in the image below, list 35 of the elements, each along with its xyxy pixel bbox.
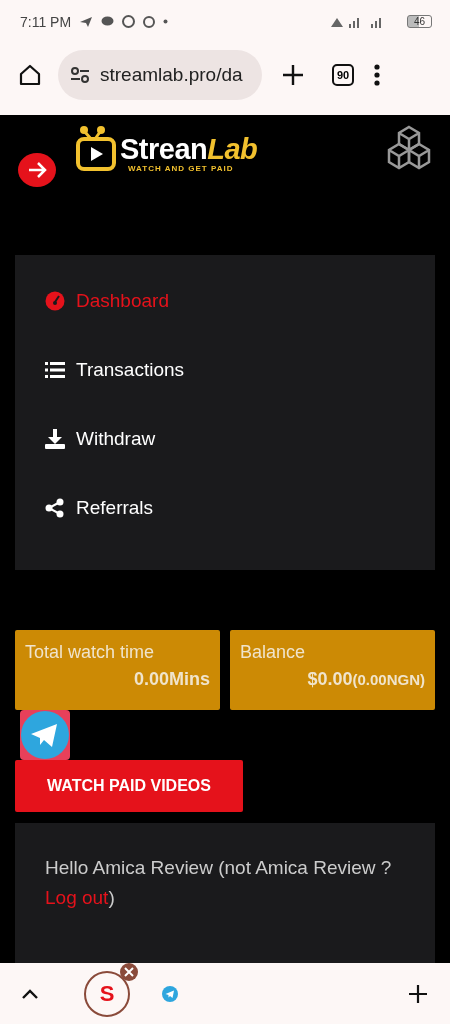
gauge-icon	[45, 290, 65, 311]
arrow-right-button[interactable]	[18, 153, 56, 187]
stat-label: Total watch time	[25, 642, 156, 663]
battery-icon: 46	[406, 15, 432, 28]
add-icon[interactable]	[408, 983, 428, 1004]
download-icon	[45, 428, 65, 449]
chevron-up-icon[interactable]	[22, 988, 38, 999]
new-tab-icon[interactable]	[282, 64, 304, 86]
tv-play-icon	[76, 125, 118, 171]
watch-videos-button[interactable]: WATCH PAID VIDEOS	[15, 760, 243, 812]
list-icon	[45, 361, 65, 378]
stat-value: $0.00(0.00NGN)	[307, 669, 425, 690]
send-icon	[79, 15, 94, 28]
more-menu-icon[interactable]	[374, 64, 381, 86]
menu-item[interactable]: Transactions	[45, 335, 405, 404]
telegram-icon[interactable]	[20, 710, 70, 760]
menu-item[interactable]: Dashboard	[45, 266, 405, 335]
dot-icon	[163, 19, 169, 24]
logout-link[interactable]: Log out	[45, 887, 109, 908]
stat-label: Balance	[240, 642, 307, 663]
telegram-icon[interactable]	[162, 985, 178, 1002]
menu-item[interactable]: Withdraw	[45, 404, 405, 473]
chat-bubble-icon	[101, 16, 115, 27]
address-bar[interactable]: streamlab.pro/da	[58, 50, 262, 100]
status-time: 7:11 PM	[20, 13, 72, 30]
logo-tagline: WATCH AND GET PAID	[127, 164, 235, 173]
greeting-text: Hello Amica Review (not Amica Review ? Log out)	[45, 856, 393, 910]
home-icon[interactable]	[18, 63, 42, 87]
site-settings-icon[interactable]	[70, 67, 90, 83]
share-icon	[45, 497, 65, 518]
menu-item[interactable]: Referrals	[45, 473, 405, 542]
close-icon[interactable]	[120, 962, 138, 981]
stat-value: 0.00Mins	[133, 669, 210, 690]
tab-count-button[interactable]: 90	[332, 64, 355, 86]
logo-text: StreanLab	[120, 135, 258, 164]
